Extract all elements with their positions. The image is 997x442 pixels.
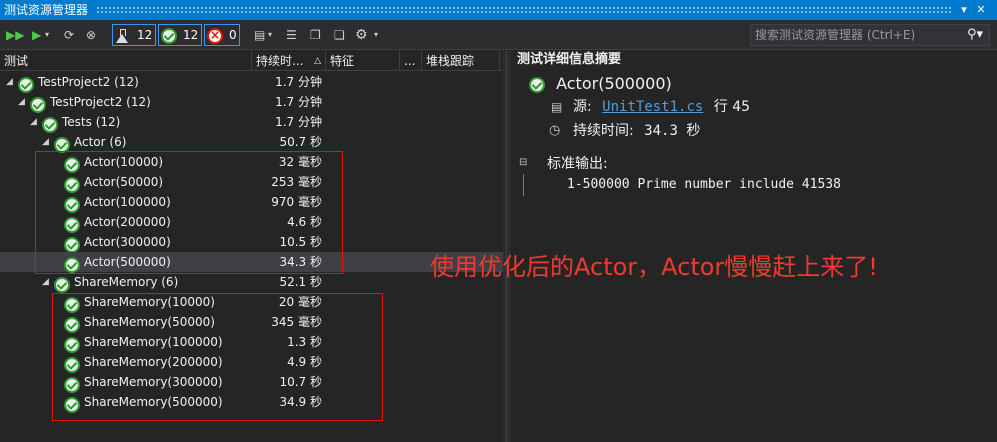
expander-icon[interactable]: ◢ <box>6 72 13 92</box>
title-grip <box>96 6 953 14</box>
test-list-pane: 测试 持续时... △ 特征 ... 堆栈跟踪 ◢ TestProject2 (1… <box>0 51 503 442</box>
source-file-icon: ▤ <box>551 100 563 114</box>
total-count: 12 <box>137 28 153 42</box>
column-duration-label: 持续时... <box>256 54 304 68</box>
highlight-box-sharememory <box>52 293 383 421</box>
annotation-text: 使用优化后的Actor，Actor慢慢赶上来了! <box>430 253 878 281</box>
playlist-icon[interactable]: ▤ <box>254 26 265 44</box>
test-name: Actor (6) <box>74 135 127 149</box>
passed-count: 12 <box>183 28 199 42</box>
run-all-icon[interactable]: ▶▶ <box>6 26 24 44</box>
run-dropdown-icon[interactable]: ▾ <box>45 26 49 44</box>
expander-icon[interactable]: ◢ <box>18 92 25 112</box>
column-test[interactable]: 测试 <box>0 51 252 71</box>
expander-icon[interactable]: ◢ <box>42 272 49 292</box>
cancel-icon[interactable]: ⊗ <box>86 26 96 44</box>
test-duration: 1.7 分钟 <box>275 115 322 129</box>
test-duration: 52.1 秒 <box>279 275 322 289</box>
close-icon[interactable]: ✕ <box>972 0 990 20</box>
column-duration[interactable]: 持续时... △ <box>252 51 326 71</box>
details-test-header: Actor(500000) <box>529 73 672 95</box>
collapse-icon[interactable]: ⊟ <box>519 157 527 168</box>
x-circle-icon: × <box>207 27 223 44</box>
test-name: TestProject2 (12) <box>50 95 151 109</box>
duration-label: 持续时间: <box>573 123 634 139</box>
source-file-link[interactable]: UnitTest1.cs <box>602 99 703 115</box>
run-icon[interactable]: ▶ <box>32 26 41 44</box>
details-test-name: Actor(500000) <box>556 74 672 93</box>
test-duration: 1.7 分钟 <box>275 75 322 89</box>
check-circle-icon <box>54 274 70 294</box>
source-line-number: 行 45 <box>713 99 751 115</box>
check-circle-icon <box>18 74 34 94</box>
test-name: TestProject2 (12) <box>38 75 139 89</box>
total-tests-filter[interactable]: 12 <box>112 24 156 46</box>
window-icon[interactable]: ❏ <box>334 26 345 44</box>
test-details-pane: 测试详细信息摘要 Actor(500000) ▤ 源: UnitTest1.cs… <box>511 51 997 442</box>
flask-icon <box>115 28 129 43</box>
expander-icon[interactable]: ◢ <box>30 112 37 132</box>
sort-ascending-icon: △ <box>314 56 321 66</box>
group-by-icon[interactable]: ☰ <box>286 26 297 44</box>
passed-tests-filter[interactable]: 12 <box>158 24 202 46</box>
details-source-line: 源: UnitTest1.cs 行 45 <box>573 97 750 117</box>
clock-icon: ◷ <box>549 123 561 138</box>
duration-value: 34.3 秒 <box>644 123 701 139</box>
search-icon[interactable]: ⚲▾ <box>967 25 983 45</box>
column-stack-trace[interactable]: 堆栈跟踪 <box>422 51 500 71</box>
details-output-label: 标准输出: <box>547 156 608 172</box>
search-input[interactable]: 搜索测试资源管理器 (Ctrl+E) ⚲▾ <box>750 24 990 46</box>
title-bar: 测试资源管理器 ▾ ✕ <box>0 0 997 20</box>
check-circle-icon <box>161 27 177 44</box>
refresh-icon[interactable]: ⟳ <box>64 26 74 44</box>
pane-splitter[interactable] <box>503 51 511 442</box>
highlight-box-actor <box>35 151 343 274</box>
details-output-text: 1-500000 Prime number include 41538 <box>567 177 841 192</box>
failed-tests-filter[interactable]: × 0 <box>204 24 240 46</box>
test-duration: 1.7 分钟 <box>275 95 322 109</box>
test-duration: 50.7 秒 <box>279 135 322 149</box>
test-group-row[interactable]: ◢ TestProject2 (12) 1.7 分钟 <box>0 92 503 114</box>
playlist-dropdown-icon[interactable]: ▾ <box>268 26 272 44</box>
test-name: ShareMemory (6) <box>74 275 179 289</box>
dropdown-arrow-icon[interactable]: ▾ <box>955 0 973 20</box>
copy-icon[interactable]: ❐ <box>310 26 321 44</box>
expander-icon[interactable]: ◢ <box>42 132 49 152</box>
source-label: 源: <box>573 99 592 115</box>
column-traits[interactable]: 特征 <box>326 51 400 71</box>
column-more[interactable]: ... <box>400 51 422 71</box>
failed-count: 0 <box>229 28 237 42</box>
test-group-row[interactable]: ◢ ShareMemory (6) 52.1 秒 <box>0 272 503 294</box>
details-duration-line: 持续时间: 34.3 秒 <box>573 121 700 141</box>
test-group-row[interactable]: ◢ Actor (6) 50.7 秒 <box>0 132 503 153</box>
toolbar: ▶▶ ▶ ▾ ⟳ ⊗ 12 12 × 0 ▤ ▾ ☰ ❐ ❏ ⚙ ▾ 搜索测试资… <box>0 20 997 50</box>
window-title: 测试资源管理器 <box>4 3 89 17</box>
test-name: Tests (12) <box>62 115 121 129</box>
gear-icon[interactable]: ⚙ <box>355 26 368 44</box>
output-tree-line <box>523 174 524 196</box>
test-group-row[interactable]: ◢ TestProject2 (12) 1.7 分钟 <box>0 72 503 94</box>
test-group-row[interactable]: ◢ Tests (12) 1.7 分钟 <box>0 112 503 134</box>
search-placeholder: 搜索测试资源管理器 (Ctrl+E) <box>755 28 916 42</box>
settings-dropdown-icon[interactable]: ▾ <box>374 26 378 44</box>
details-title: 测试详细信息摘要 <box>517 52 622 67</box>
check-circle-icon <box>529 76 545 93</box>
check-circle-icon <box>30 94 46 114</box>
check-circle-icon <box>42 114 58 134</box>
column-headers: 测试 持续时... △ 特征 ... 堆栈跟踪 <box>0 51 503 71</box>
